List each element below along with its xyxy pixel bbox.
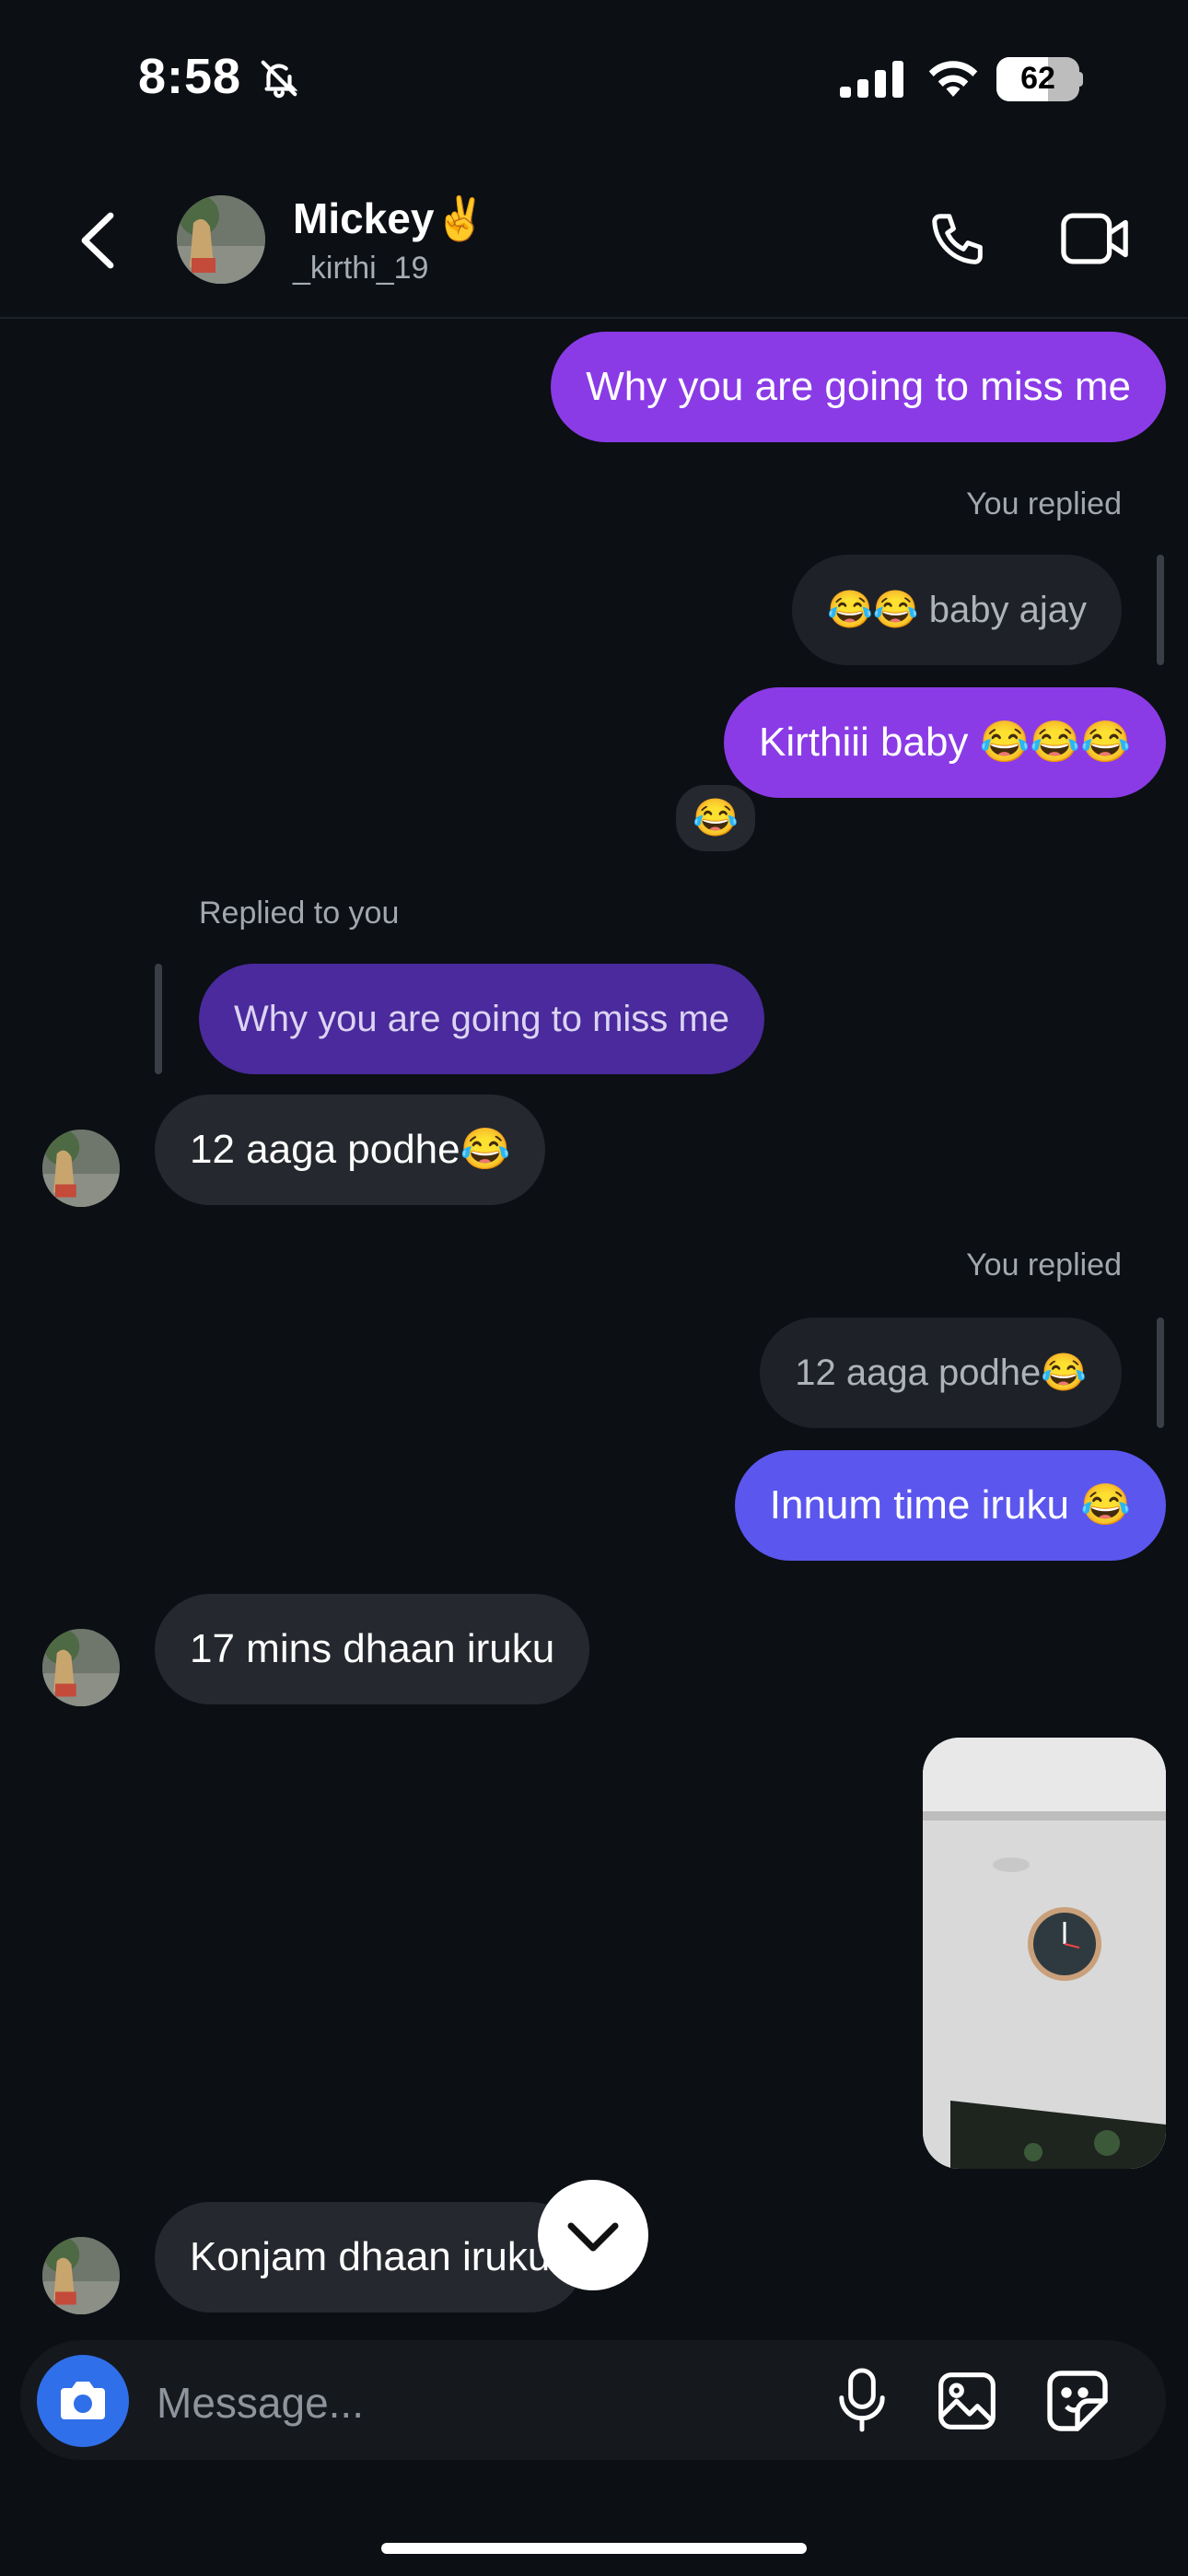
back-chevron-icon[interactable] [74,210,125,275]
quoted-message[interactable]: 12 aaga podhe😂 [760,1317,1122,1428]
status-time: 8:58 [138,49,242,104]
outgoing-message[interactable]: Kirthiii baby 😂😂😂 [723,687,1166,798]
replied-to-you-label: Replied to you [199,896,400,931]
photo-message[interactable] [923,1738,1166,2169]
bell-slash-icon [258,57,300,104]
incoming-message[interactable]: Konjam dhaan iruku [155,2202,586,2313]
quoted-message[interactable]: Why you are going to miss me [199,964,764,1074]
battery-icon: 62 [996,57,1079,101]
phone-icon[interactable] [926,208,991,277]
battery-level: 62 [1020,61,1055,96]
contact-avatar-small[interactable] [42,1130,120,1207]
wifi-icon [926,57,981,104]
contact-avatar[interactable] [177,195,265,284]
incoming-message[interactable]: 17 mins dhaan iruku [155,1594,590,1704]
message-input[interactable] [155,2360,803,2445]
signal-icon [840,61,904,102]
you-replied-label: You replied [966,1247,1122,1282]
battery-nub [1077,72,1083,87]
reaction-badge[interactable]: 😂 [672,781,759,855]
camera-button[interactable] [37,2355,129,2447]
quote-bar [155,964,162,1074]
you-replied-label: You replied [966,486,1122,521]
contact-username[interactable]: _kirthi_19 [293,251,428,287]
outgoing-message[interactable]: Why you are going to miss me [551,332,1166,442]
chevron-down-icon [567,2222,619,2252]
video-icon[interactable] [1061,210,1131,272]
outgoing-message[interactable]: Innum time iruku 😂 [734,1450,1166,1561]
contact-name[interactable]: Mickey✌️ [293,193,487,244]
scroll-down-button[interactable] [538,2180,648,2290]
camera-icon [61,2382,105,2419]
home-indicator [381,2543,807,2554]
microphone-icon[interactable] [834,2366,890,2439]
quote-bar [1157,1317,1164,1428]
sticker-icon[interactable] [1044,2368,1111,2439]
incoming-message[interactable]: 12 aaga podhe😂 [155,1095,546,1205]
quoted-message[interactable]: 😂😂 baby ajay [792,555,1122,665]
contact-avatar-small[interactable] [42,1629,120,1706]
contact-avatar-small[interactable] [42,2237,120,2314]
quote-bar [1157,555,1164,665]
gallery-icon[interactable] [936,2370,998,2437]
